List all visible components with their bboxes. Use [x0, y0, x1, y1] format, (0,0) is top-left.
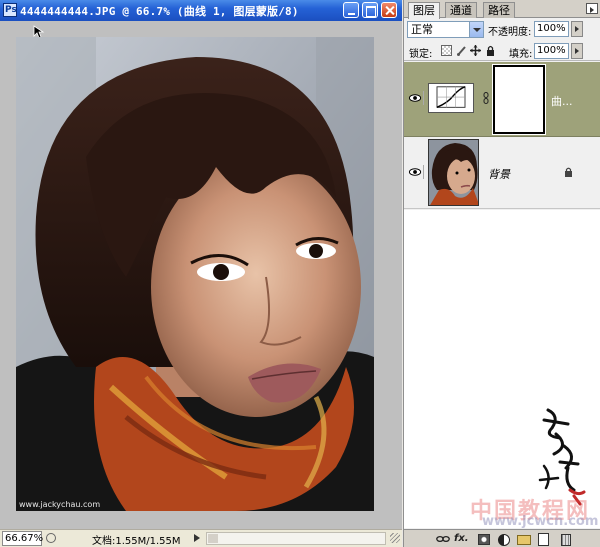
layer-row-background[interactable]: 背景 — [404, 137, 600, 209]
horizontal-scrollbar[interactable] — [206, 532, 386, 545]
layer-lock-icon — [565, 167, 572, 177]
fx-icon[interactable]: fx. — [454, 533, 469, 545]
blend-mode-value: 正常 — [411, 23, 433, 36]
visibility-eye-icon[interactable] — [408, 165, 424, 179]
maximize-button[interactable] — [362, 2, 378, 18]
lock-row: 锁定: 填充: 100% — [404, 41, 600, 61]
layers-panel-toolbar: fx. — [404, 529, 600, 547]
new-layer-icon[interactable] — [536, 533, 550, 546]
scrollbar-thumb[interactable] — [208, 534, 218, 543]
minimize-button[interactable] — [343, 2, 359, 18]
calligraphy-signature-icon — [538, 408, 586, 506]
panel-menu-icon[interactable] — [586, 3, 598, 14]
chain-link-icon[interactable] — [483, 92, 489, 104]
document-window: Ps 4444444444.JPG @ 66.7% (曲线 1, 图层蒙版/8) — [0, 0, 402, 547]
lock-transparent-pixels-icon[interactable] — [441, 45, 452, 56]
portrait-photo[interactable]: www.jackychau.com — [16, 37, 374, 511]
link-layers-icon[interactable] — [436, 533, 450, 545]
blend-row: 正常 不透明度: 100% — [404, 19, 600, 40]
status-bar: 66.67% 文档:1.55M/1.55M — [0, 529, 402, 547]
layers-list-empty-area[interactable]: 中国教程网 www.jcwcn.com — [404, 210, 600, 529]
watermark-site-text: www.jcwcn.com — [482, 514, 599, 529]
trash-icon[interactable] — [558, 533, 572, 546]
visibility-eye-icon[interactable] — [408, 91, 424, 105]
document-size-info: 文档:1.55M/1.55M — [92, 536, 181, 547]
resize-grip-icon[interactable] — [390, 533, 400, 543]
fill-label: 填充: — [509, 49, 533, 60]
add-mask-icon[interactable] — [476, 533, 490, 545]
curves-adjustment-thumbnail[interactable] — [428, 83, 474, 113]
layer-name[interactable]: 曲... — [551, 93, 573, 109]
opacity-label: 不透明度: — [488, 27, 532, 38]
document-titlebar[interactable]: Ps 4444444444.JPG @ 66.7% (曲线 1, 图层蒙版/8) — [0, 0, 402, 21]
app-icon-text: Ps — [5, 5, 17, 15]
document-title: 4444444444.JPG @ 66.7% (曲线 1, 图层蒙版/8) — [20, 5, 299, 18]
fill-slider-arrow-icon[interactable] — [571, 43, 583, 59]
lock-label: 锁定: — [409, 49, 433, 60]
status-navigator-icon[interactable] — [46, 533, 56, 543]
layer-row-curves[interactable]: 曲... — [404, 62, 600, 137]
lock-all-icon[interactable] — [485, 45, 496, 56]
layers-panel: 图层 通道 路径 正常 不透明度: 100% 锁定: 填充: 100% 曲...… — [403, 0, 600, 547]
opacity-slider-arrow-icon[interactable] — [571, 21, 583, 37]
layer-mask-thumbnail[interactable] — [492, 64, 546, 135]
tab-layers[interactable]: 图层 — [408, 2, 440, 19]
panel-tab-bar: 图层 通道 路径 — [404, 0, 600, 19]
tab-channels[interactable]: 通道 — [445, 2, 477, 18]
tab-paths[interactable]: 路径 — [483, 2, 515, 18]
adjustment-layer-icon[interactable] — [496, 533, 510, 546]
group-folder-icon[interactable] — [516, 533, 531, 545]
lock-image-pixels-icon[interactable] — [456, 45, 467, 56]
status-menu-arrow-icon[interactable] — [192, 532, 202, 544]
curves-graph-icon — [436, 86, 466, 108]
fill-input[interactable]: 100% — [534, 43, 569, 59]
chevron-down-icon[interactable] — [469, 22, 483, 37]
opacity-input[interactable]: 100% — [534, 21, 569, 37]
photoshop-app-icon: Ps — [3, 3, 17, 17]
background-layer-thumbnail[interactable] — [428, 139, 479, 206]
photo-watermark-url: www.jackychau.com — [19, 500, 101, 509]
layer-name[interactable]: 背景 — [488, 166, 510, 182]
canvas-area[interactable]: www.jackychau.com — [0, 21, 402, 529]
photoshop-workspace: Ps 4444444444.JPG @ 66.7% (曲线 1, 图层蒙版/8) — [0, 0, 600, 547]
lock-position-icon[interactable] — [470, 45, 481, 56]
blend-mode-select[interactable]: 正常 — [407, 21, 484, 38]
close-button[interactable] — [381, 2, 397, 18]
zoom-field[interactable]: 66.67% — [2, 531, 43, 546]
